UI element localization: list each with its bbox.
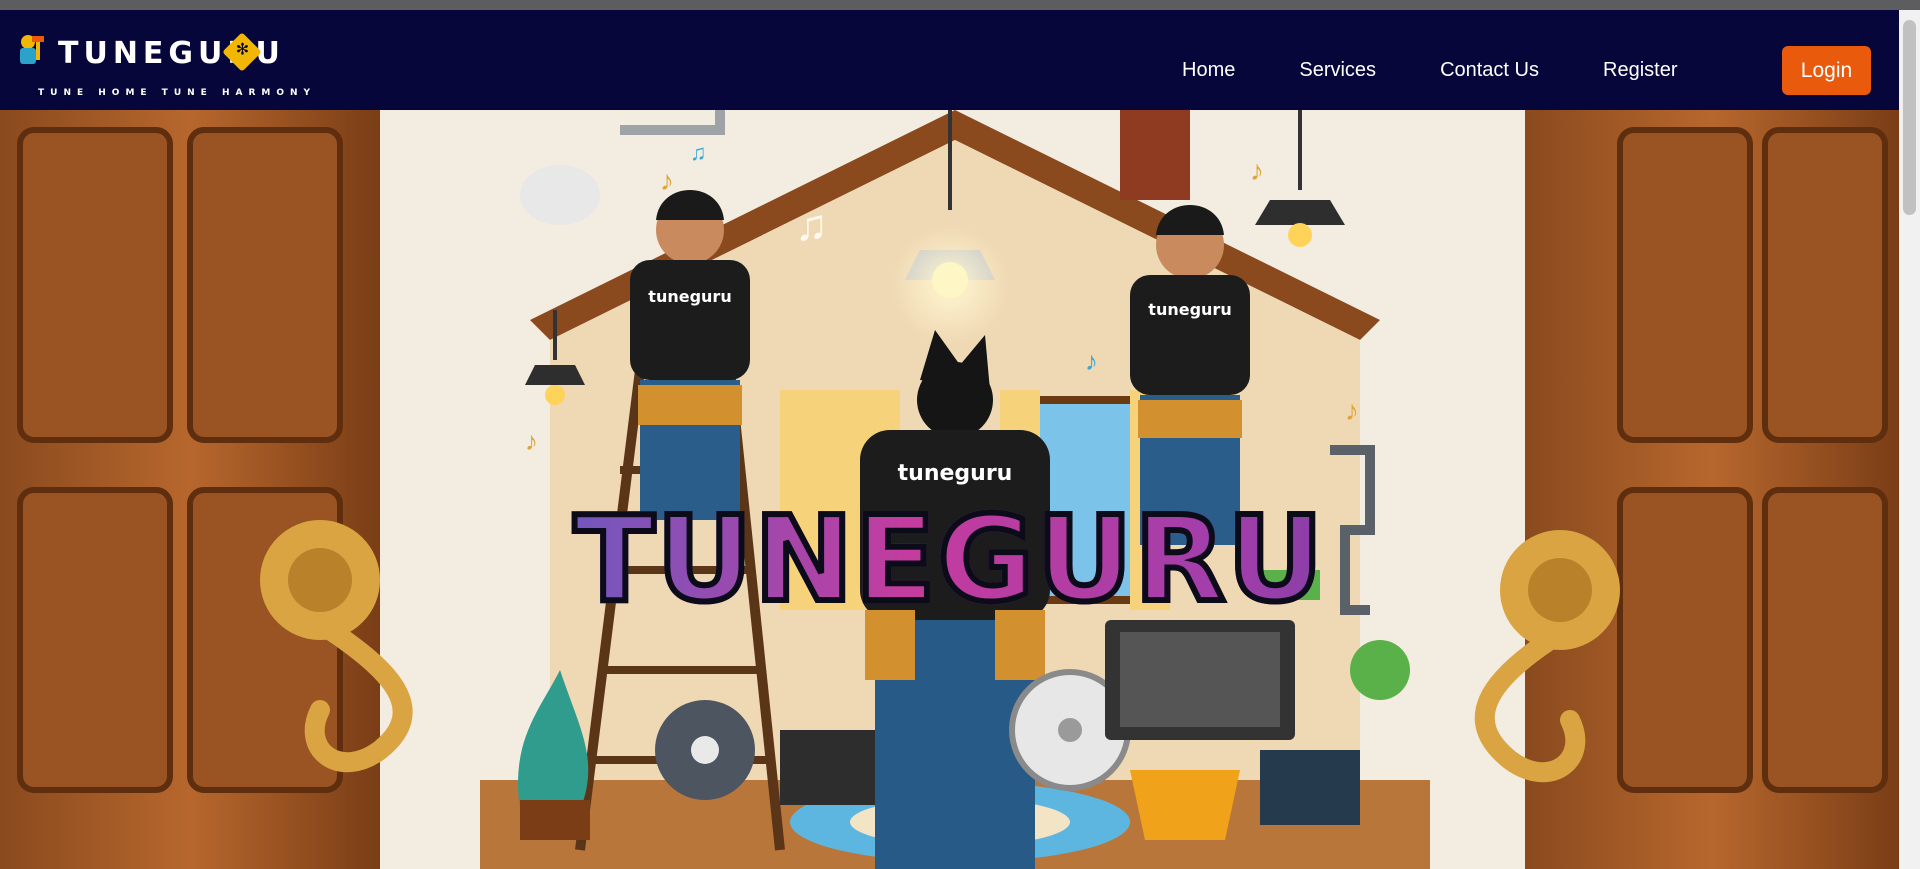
logo-mascot-icon — [20, 35, 44, 64]
hero-title: TUNEGURU — [0, 487, 1899, 631]
svg-text:♪: ♪ — [660, 165, 674, 196]
svg-text:♪: ♪ — [1345, 395, 1359, 426]
svg-text:♫: ♫ — [795, 201, 828, 250]
navbar: TUNEGURU TUNE HOME TUNE HARMONY Home Ser… — [0, 10, 1899, 110]
nav-services[interactable]: Services — [1299, 59, 1376, 82]
nav-contact-us[interactable]: Contact Us — [1440, 59, 1539, 82]
nav-home[interactable]: Home — [1182, 59, 1235, 82]
svg-text:♪: ♪ — [525, 426, 538, 456]
svg-text:♪: ♪ — [1250, 155, 1264, 186]
login-button[interactable]: Login — [1782, 46, 1871, 95]
nav-register[interactable]: Register — [1603, 59, 1677, 82]
shirt-text-center: tuneguru — [898, 461, 1013, 486]
main-nav: Home Services Contact Us Register — [1182, 20, 1741, 120]
svg-text:♫: ♫ — [690, 140, 707, 165]
shirt-text-left: tuneguru — [648, 287, 731, 306]
hero-banner: tuneguru tuneguru tuneguru ♪ ♫ ♪ ♪ ♪ ♪ ♫… — [0, 110, 1899, 869]
brand-logo[interactable]: TUNEGURU TUNE HOME TUNE HARMONY — [14, 24, 310, 99]
page-scrollbar[interactable] — [1899, 10, 1920, 869]
browser-top-strip — [0, 0, 1920, 10]
brand-tagline: TUNE HOME TUNE HARMONY — [38, 88, 317, 98]
svg-text:♪: ♪ — [1085, 346, 1098, 376]
shirt-text-right: tuneguru — [1148, 300, 1231, 319]
scrollbar-thumb[interactable] — [1903, 20, 1916, 215]
